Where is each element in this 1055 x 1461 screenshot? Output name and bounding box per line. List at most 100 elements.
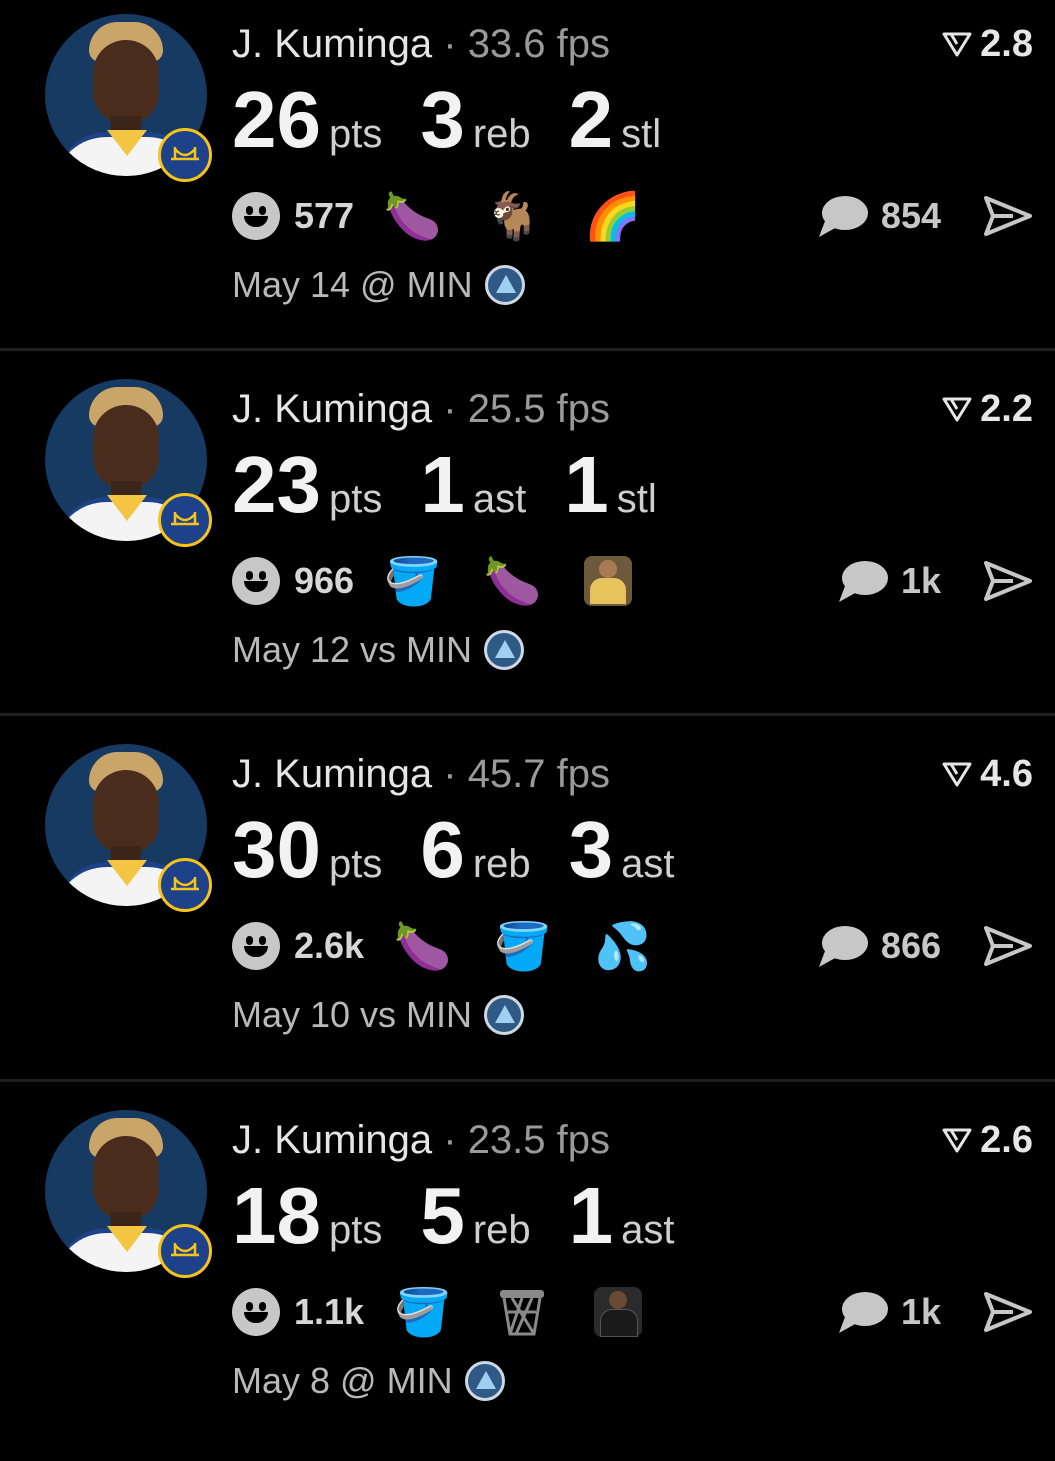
goat-emoji[interactable]: 🐐 [484,189,541,244]
stat-unit: reb [472,112,531,156]
comment-bubble-icon[interactable] [837,1289,889,1335]
stat-value: 3 [420,75,465,164]
timberwolves-logo-icon [464,1361,505,1401]
eggplant-emoji[interactable]: 🍆 [484,554,541,609]
reaction-count: 577 [294,195,355,236]
timberwolves-logo-icon [484,265,525,305]
post-title: J. Kuminga · 45.7 fps [232,752,610,796]
add-reaction-smiley-icon[interactable] [232,192,280,240]
comment-count: 854 [880,195,941,236]
comments-share: 854 [817,188,1033,244]
comments-share: 866 [817,918,1033,974]
rating-value: 2.2 [980,388,1033,430]
rating-value: 2.6 [980,1119,1033,1161]
comment-bubble-icon[interactable] [817,923,869,969]
eggplant-emoji[interactable]: 🍆 [384,189,441,244]
card-divider [0,713,1055,716]
stat-item: 3 reb [420,78,530,162]
rating: 2.8 [942,22,1033,66]
stat-value: 18 [232,1171,321,1260]
stat-item: 18 pts [232,1174,382,1258]
title-separator: · [443,1118,457,1162]
fps-score: 45.7 fps [467,752,611,796]
game-card[interactable]: J. Kuminga · 33.6 fps 2.8 26 pts 3 reb 2st… [0,0,1055,365]
warriors-logo-icon [158,128,212,182]
post-title: J. Kuminga · 23.5 fps [232,1118,610,1162]
brooklyn-player-sticker[interactable] [594,1287,643,1337]
rating-icon [942,397,972,422]
sweat-droplets-emoji[interactable]: 💦 [594,919,651,974]
warriors-logo-icon [158,858,212,912]
stat-value: 1 [420,440,465,529]
stat-line: 18 pts 5 reb 1 ast [232,1174,713,1258]
stat-value: 1 [564,440,609,529]
stat-unit: ast [621,1208,675,1252]
stat-unit: pts [328,842,383,886]
eggplant-emoji[interactable]: 🍆 [394,919,451,974]
stat-line: 26 pts 3 reb 2 stl [232,78,699,162]
stat-value: 2 [568,75,614,164]
stat-item: 1 ast [569,1174,675,1258]
warriors-logo-icon [158,1224,212,1278]
game-card[interactable]: J. Kuminga · 23.5 fps 2.6 18 pts 5 reb 1 as… [0,1079,1055,1461]
game-date: May 14 @ MIN [232,264,525,306]
player-name[interactable]: J. Kuminga [232,1118,432,1162]
card-divider [0,348,1055,351]
comment-count: 866 [880,925,941,966]
basketball-net-icon[interactable] [494,1286,550,1338]
stat-value: 1 [568,1171,614,1260]
stat-line: 30 pts 6 reb 3 ast [232,808,713,892]
stat-value: 6 [420,805,465,894]
bucket-emoji[interactable]: 🪣 [394,1285,451,1340]
game-date: May 12 vs MIN [232,629,525,671]
add-reaction-smiley-icon[interactable] [232,922,280,970]
stat-item: 30 pts [232,808,382,892]
reactions-bar: 577 🍆 🐐 🌈 [232,188,684,244]
fps-score: 33.6 fps [467,22,611,66]
stat-unit: reb [472,1208,531,1252]
stat-unit: stl [616,477,657,521]
rating: 2.6 [942,1118,1033,1162]
share-send-icon[interactable] [983,195,1033,237]
game-card[interactable]: J. Kuminga · 45.7 fps 4.6 30 pts 6 reb 3 as… [0,713,1055,1095]
add-reaction-smiley-icon[interactable] [232,557,280,605]
reactions-bar: 966 🪣 🍆 [232,553,676,609]
timberwolves-logo-icon [484,630,525,670]
share-send-icon[interactable] [983,560,1033,602]
comment-bubble-icon[interactable] [837,558,889,604]
player-name[interactable]: J. Kuminga [232,22,432,66]
title-separator: · [443,22,457,66]
player-name[interactable]: J. Kuminga [232,752,432,796]
game-date: May 8 @ MIN [232,1360,505,1402]
rating: 4.6 [942,752,1033,796]
comment-bubble-icon[interactable] [817,193,869,239]
rating-icon [942,762,972,787]
player-name[interactable]: J. Kuminga [232,387,432,431]
game-feed: J. Kuminga · 33.6 fps 2.8 26 pts 3 reb 2st… [0,0,1055,1413]
stat-item: 6 reb [420,808,530,892]
rating-value: 2.8 [980,23,1033,65]
title-separator: · [443,387,457,431]
add-reaction-smiley-icon[interactable] [232,1288,280,1336]
player-sticker[interactable] [584,556,633,606]
game-date-label: May 10 vs MIN [232,994,473,1035]
bucket-emoji[interactable]: 🪣 [494,919,551,974]
game-date-label: May 8 @ MIN [232,1360,453,1401]
stat-value: 30 [232,805,321,894]
share-send-icon[interactable] [983,1291,1033,1333]
stat-value: 3 [568,805,614,894]
rainbow-emoji[interactable]: 🌈 [584,189,641,244]
bucket-emoji[interactable]: 🪣 [384,554,441,609]
stat-item: 23 pts [232,443,382,527]
share-send-icon[interactable] [983,925,1033,967]
game-card[interactable]: J. Kuminga · 25.5 fps 2.2 23 pts 1 ast 1st… [0,348,1055,730]
stat-item: 2 stl [569,78,662,162]
card-divider [0,1079,1055,1082]
stat-unit: pts [328,1208,383,1252]
post-title: J. Kuminga · 33.6 fps [232,22,610,66]
rating: 2.2 [942,387,1033,431]
reaction-count: 966 [294,560,355,601]
warriors-logo-icon [158,493,212,547]
comments-share: 1k [837,1284,1033,1340]
stat-unit: reb [472,842,531,886]
